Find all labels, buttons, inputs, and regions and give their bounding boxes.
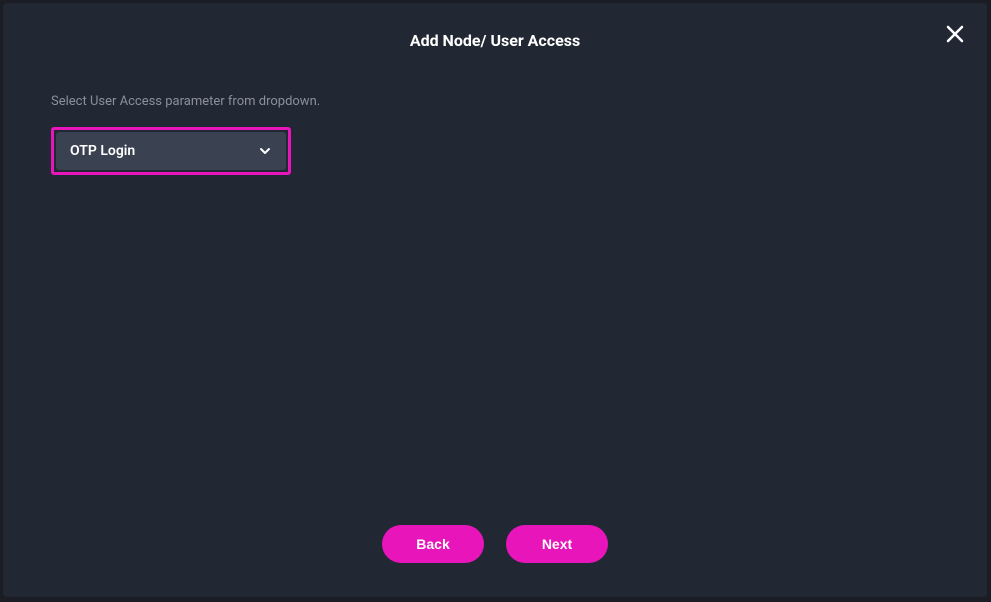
instruction-text: Select User Access parameter from dropdo… [51,94,939,109]
modal-container: Add Node/ User Access Select User Access… [3,3,987,597]
user-access-dropdown[interactable]: OTP Login [56,132,286,170]
modal-footer: Back Next [3,525,987,597]
modal-header: Add Node/ User Access [3,3,987,50]
next-button[interactable]: Next [506,525,608,563]
close-button[interactable] [941,21,969,49]
close-icon [945,24,965,47]
modal-body: Select User Access parameter from dropdo… [3,50,987,525]
back-button[interactable]: Back [382,525,484,563]
dropdown-highlight: OTP Login [51,127,291,175]
modal-title: Add Node/ User Access [3,31,987,50]
dropdown-selected-label: OTP Login [70,143,135,159]
chevron-down-icon [258,144,272,158]
